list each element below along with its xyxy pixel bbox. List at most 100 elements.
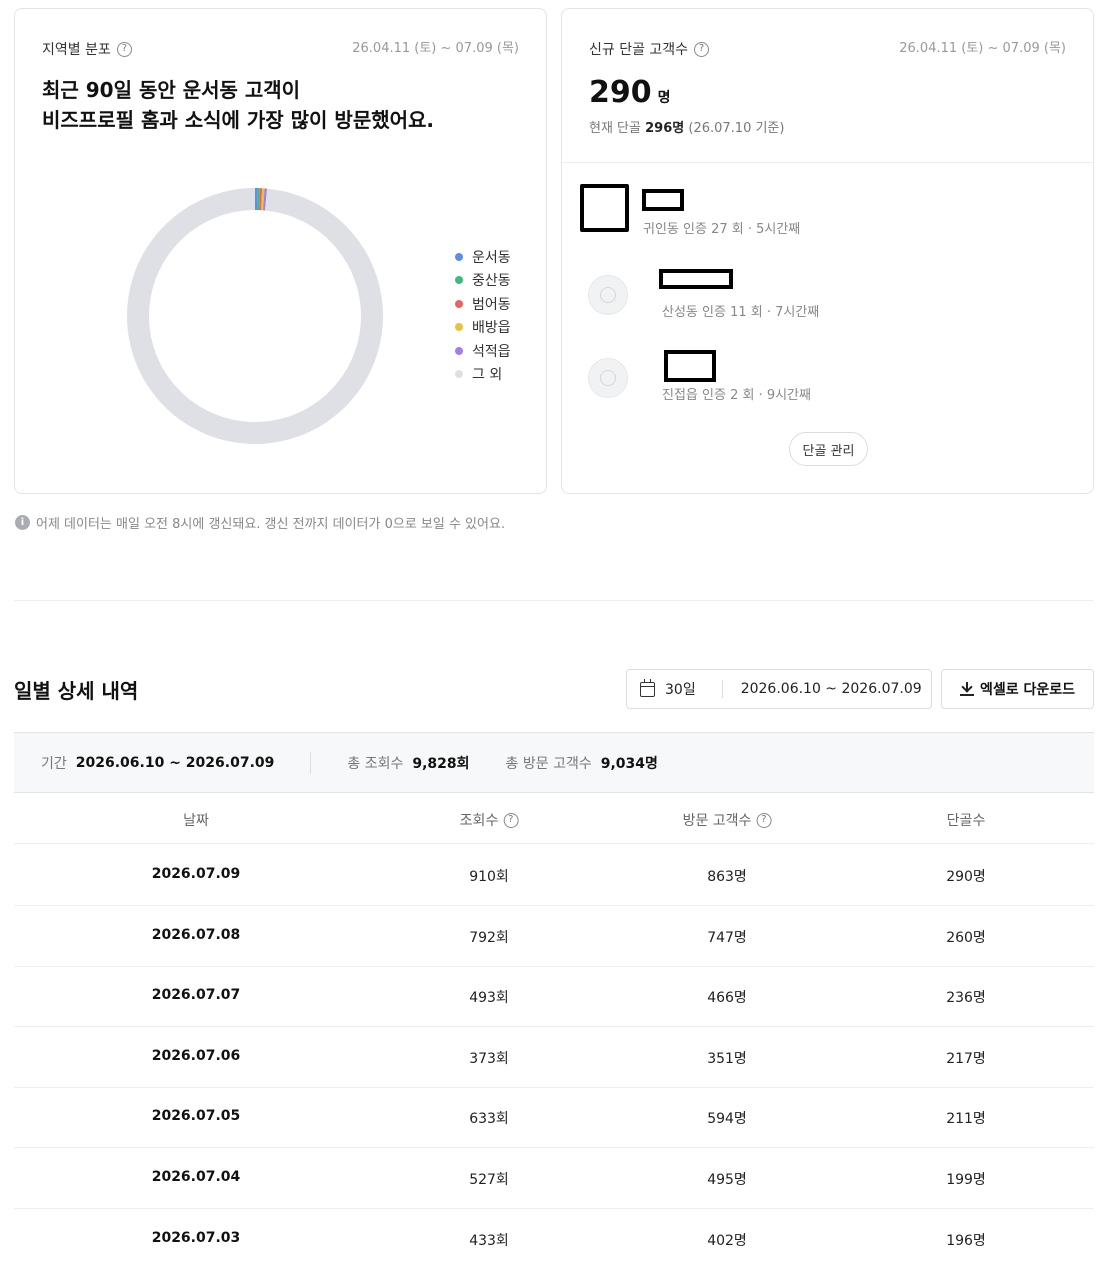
summary-visitors-label: 총 방문 고객수	[505, 755, 592, 772]
regulars-card-title: 신규 단골 고객수 ?	[589, 39, 710, 59]
legend-label: 범어동	[472, 296, 511, 313]
legend-dot	[455, 323, 463, 332]
current-regulars-value: 296명	[645, 121, 685, 136]
cell-views: 792회	[469, 929, 509, 946]
legend-label: 그 외	[472, 367, 503, 384]
regulars-card-title-text: 신규 단골 고객수	[589, 42, 689, 58]
summary-period-value: 2026.06.10 ~ 2026.07.09	[75, 754, 275, 771]
redacted-name	[664, 350, 716, 382]
customer-meta: 진접읍 인증 2 회 · 9시간째	[662, 388, 811, 403]
daily-summary-bar: 기간 2026.06.10 ~ 2026.07.09 총 조회수 9,828회 …	[14, 732, 1094, 793]
period-select[interactable]: 30일	[665, 679, 696, 699]
cell-regulars: 199명	[946, 1172, 986, 1188]
redacted-avatar	[580, 184, 629, 232]
new-regulars-card: 신규 단골 고객수 ? 26.04.11 (토) ~ 07.09 (목) 290…	[561, 8, 1094, 494]
region-card-title: 지역별 분포 ?	[42, 39, 132, 59]
customer-meta: 귀인동 인증 27 회 · 5시간째	[643, 222, 801, 237]
cell-date: 2026.07.09	[151, 866, 241, 882]
help-icon[interactable]: ?	[694, 41, 710, 57]
cell-regulars: 290명	[946, 869, 986, 885]
legend-dot	[455, 252, 463, 261]
summary-visitors-value: 9,034명	[600, 755, 658, 772]
avatar	[588, 358, 628, 398]
legend-item: 배방읍	[455, 316, 511, 340]
download-icon	[959, 681, 974, 696]
date-range-value[interactable]: 2026.06.10 ~ 2026.07.09	[741, 681, 922, 697]
legend-label: 중산동	[472, 273, 511, 290]
cell-visitors: 495명	[707, 1172, 747, 1188]
region-donut-chart	[127, 188, 384, 444]
header-regulars: 단골수	[947, 810, 986, 830]
manage-regulars-button[interactable]: 단골 관리	[789, 432, 868, 466]
date-range-divider	[721, 680, 723, 698]
legend-item: 중산동	[455, 269, 511, 293]
cell-date: 2026.07.03	[151, 1229, 241, 1246]
region-legend: 운서동중산동범어동배방읍석적읍그 외	[455, 245, 511, 386]
cell-regulars: 217명	[946, 1050, 986, 1067]
region-card-title-text: 지역별 분포	[42, 42, 111, 58]
info-icon: i	[15, 515, 30, 530]
table-row: 2026.07.03 433회 402명 196명	[14, 1209, 1094, 1269]
cell-views: 633회	[469, 1111, 509, 1128]
daily-section-title: 일별 상세 내역	[14, 679, 139, 703]
calendar-icon	[640, 678, 655, 697]
cell-date: 2026.07.08	[151, 926, 241, 943]
legend-dot	[455, 370, 463, 379]
region-headline-line1: 최근 90일 동안 운서동 고객이	[42, 78, 301, 102]
customer-item[interactable]: 귀인동 인증 27 회 · 5시간째	[580, 184, 1060, 237]
cell-visitors: 863명	[707, 869, 747, 885]
avatar	[588, 275, 628, 315]
redacted-name	[659, 269, 733, 289]
region-headline-line2: 비즈프로필 홈과 소식에 가장 많이 방문했어요.	[42, 108, 435, 132]
donut-slice-0[interactable]	[255, 188, 258, 211]
header-visitors: 방문 고객수 ?	[683, 810, 772, 830]
donut-slice-5[interactable]	[127, 188, 384, 444]
region-card-period: 26.04.11 (토) ~ 07.09 (목)	[352, 41, 519, 56]
summary-views-label: 총 조회수	[347, 755, 404, 772]
current-regulars-date: (26.07.10 기준)	[688, 121, 785, 136]
excel-download-button[interactable]: 엑셀로 다운로드	[941, 669, 1094, 709]
date-range-picker[interactable]: 30일 2026.06.10 ~ 2026.07.09	[626, 669, 932, 709]
legend-label: 석적읍	[472, 343, 511, 360]
current-regulars-label: 현재 단골	[589, 121, 641, 136]
help-icon[interactable]: ?	[116, 41, 132, 57]
cell-regulars: 211명	[946, 1111, 986, 1128]
redacted-name	[642, 189, 684, 211]
cell-visitors: 594명	[707, 1111, 747, 1128]
summary-divider	[310, 751, 312, 774]
header-date: 날짜	[183, 810, 209, 830]
customer-item[interactable]: 산성동 인증 11 회 · 7시간째	[580, 267, 1060, 320]
cell-visitors: 466명	[707, 990, 747, 1007]
cell-regulars: 260명	[946, 929, 986, 946]
cell-visitors: 747명	[707, 929, 747, 946]
cell-visitors: 351명	[707, 1050, 747, 1067]
user-face-icon	[600, 287, 616, 303]
cell-views: 527회	[469, 1172, 509, 1188]
summary-period-label: 기간	[41, 755, 67, 772]
legend-label: 배방읍	[472, 320, 511, 337]
table-row: 2026.07.04 527회 495명 199명	[14, 1148, 1094, 1209]
help-icon[interactable]: ?	[756, 812, 772, 828]
customer-item[interactable]: 진접읍 인증 2 회 · 9시간째	[580, 350, 1060, 403]
cell-views: 433회	[469, 1232, 509, 1249]
summary-views-value: 9,828회	[412, 755, 470, 772]
header-regulars-label: 단골수	[946, 813, 986, 829]
region-distribution-card: 지역별 분포 ? 26.04.11 (토) ~ 07.09 (목) 최근 90일…	[14, 8, 547, 494]
legend-label: 운서동	[472, 249, 511, 266]
regulars-count-number: 290	[589, 75, 652, 110]
legend-item: 석적읍	[455, 339, 511, 363]
legend-item: 범어동	[455, 292, 511, 316]
table-row: 2026.07.08 792회 747명 260명	[14, 906, 1094, 967]
daily-table-header: 날짜 조회수 ? 방문 고객수 ? 단골수	[14, 794, 1094, 844]
section-divider	[14, 600, 1094, 601]
legend-item: 운서동	[455, 245, 511, 269]
notice-text: 어제 데이터는 매일 오전 8시에 갱신돼요. 갱신 전까지 데이터가 0으로 …	[36, 517, 506, 532]
table-row: 2026.07.06 373회 351명 217명	[14, 1027, 1094, 1088]
cell-views: 493회	[469, 990, 509, 1007]
regulars-card-period: 26.04.11 (토) ~ 07.09 (목)	[899, 41, 1066, 56]
header-date-label: 날짜	[183, 813, 209, 829]
help-icon[interactable]: ?	[503, 812, 519, 828]
cell-date: 2026.07.07	[151, 987, 241, 1004]
current-regulars: 현재 단골 296명 (26.07.10 기준)	[589, 117, 784, 136]
region-headline: 최근 90일 동안 운서동 고객이 비즈프로필 홈과 소식에 가장 많이 방문했…	[42, 75, 434, 135]
